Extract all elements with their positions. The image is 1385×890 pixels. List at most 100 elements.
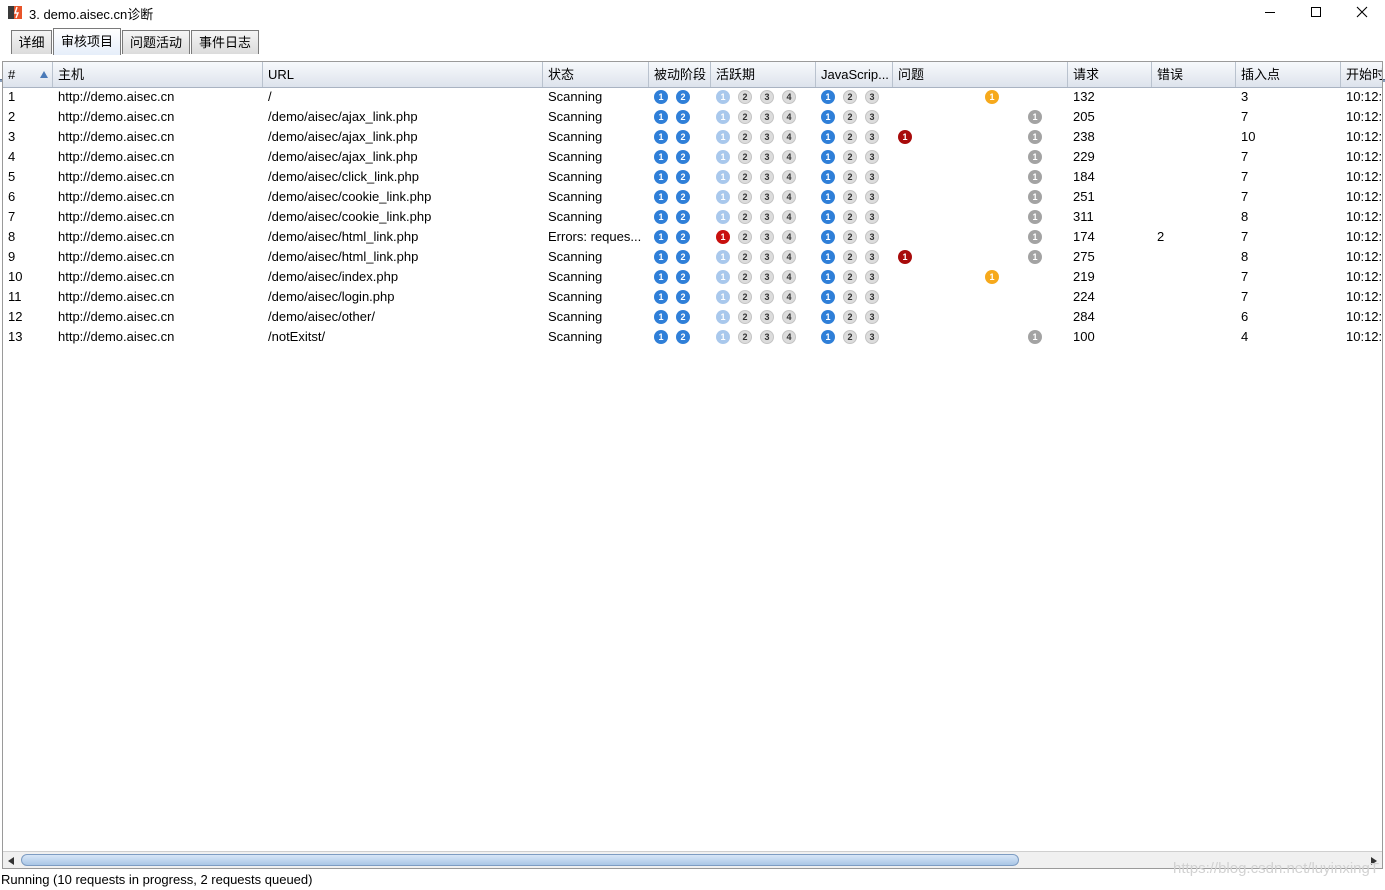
cell-errors: 2 [1157, 229, 1165, 244]
cell-errors [1152, 107, 1236, 127]
table-row[interactable]: 5 http://demo.aisec.cn/demo/aisec/click_l… [3, 167, 1382, 187]
column-header-index[interactable]: # [3, 62, 53, 87]
issue-count-badge: 1 [1028, 170, 1042, 184]
cell-url: /demo/aisec/index.php [268, 269, 399, 284]
cell-index: 2 [8, 109, 16, 124]
active-phase-badge: 4 [782, 210, 796, 224]
passive-phase-badge: 2 [676, 170, 690, 184]
javascript-phase-badge: 2 [843, 110, 857, 124]
active-phase-badge: 2 [738, 170, 752, 184]
active-phase-badge: 4 [782, 250, 796, 264]
cell-errors [1152, 287, 1236, 307]
javascript-phase-badge: 2 [843, 310, 857, 324]
column-header-start-time[interactable]: 开始时 [1341, 62, 1382, 87]
cell-requests: 184 [1073, 169, 1095, 184]
passive-phase-badge: 2 [676, 310, 690, 324]
cell-insertion-points: 10 [1241, 129, 1256, 144]
table-row[interactable]: 9 http://demo.aisec.cn/demo/aisec/html_li… [3, 247, 1382, 267]
column-header-status[interactable]: 状态 [543, 62, 649, 87]
active-phase-badge: 4 [782, 230, 796, 244]
minimize-button[interactable] [1247, 0, 1293, 24]
cell-url: /demo/aisec/ajax_link.php [268, 129, 418, 144]
table-row[interactable]: 1 http://demo.aisec.cn / Scanning 132 3 10:12:… [3, 87, 1382, 107]
cell-start-time: 10:12: [1346, 329, 1383, 344]
cell-url: /demo/aisec/cookie_link.php [268, 209, 432, 224]
title-bar: 3. demo.aisec.cn诊断 [0, 0, 1385, 24]
active-phase-badge: 2 [738, 150, 752, 164]
passive-phase-badge: 2 [676, 250, 690, 264]
javascript-phase-badge: 3 [865, 130, 879, 144]
active-phase-badge: 2 [738, 210, 752, 224]
javascript-phase-badge: 2 [843, 290, 857, 304]
javascript-phase-badge: 3 [865, 250, 879, 264]
tab-strip: 详细 审核项目 问题活动 事件日志 [0, 24, 1385, 82]
tab-issue-activity[interactable]: 问题活动 [122, 30, 190, 54]
cell-url: /demo/aisec/login.php [268, 289, 395, 304]
cell-url: /notExitst/ [268, 329, 326, 344]
cell-start-time: 10:12: [1346, 229, 1383, 244]
issue-count-badge: 1 [898, 130, 912, 144]
javascript-phase-badge: 1 [821, 330, 835, 344]
maximize-button[interactable] [1293, 0, 1339, 24]
active-phase-badge: 3 [760, 150, 774, 164]
scroll-left-button[interactable] [3, 852, 19, 868]
active-phase-badge: 3 [760, 290, 774, 304]
table-row[interactable]: 12 http://demo.aisec.cn/demo/aisec/other/… [3, 307, 1382, 327]
javascript-phase-badge: 2 [843, 250, 857, 264]
active-phase-badge: 3 [760, 270, 774, 284]
table-row[interactable]: 7 http://demo.aisec.cn/demo/aisec/cookie_… [3, 207, 1382, 227]
cell-errors [1152, 247, 1236, 267]
cell-insertion-points: 8 [1241, 209, 1249, 224]
cell-requests: 238 [1073, 129, 1095, 144]
table-row[interactable]: 2 http://demo.aisec.cn/demo/aisec/ajax_li… [3, 107, 1382, 127]
active-phase-badge: 1 [716, 190, 730, 204]
column-header-url[interactable]: URL [263, 62, 543, 87]
cell-status: Errors: reques... [548, 229, 642, 244]
cell-status: Scanning [548, 209, 603, 224]
table-row[interactable]: 13 http://demo.aisec.cn/notExitst/Scannin… [3, 327, 1383, 347]
table-row[interactable]: 11 http://demo.aisec.cn/demo/aisec/login.… [3, 287, 1383, 307]
passive-phase-badge: 1 [654, 210, 668, 224]
passive-phase-badge: 2 [676, 190, 690, 204]
tab-details[interactable]: 详细 [11, 30, 52, 54]
active-phase-badge: 1 [716, 170, 730, 184]
table-row[interactable]: 6 http://demo.aisec.cn/demo/aisec/cookie_… [3, 187, 1382, 207]
active-phase-badge: 3 [760, 130, 774, 144]
cell-start-time: 10:12: [1346, 289, 1383, 304]
active-phase-badge: 1 [716, 310, 730, 324]
active-phase-badge: 1 [716, 230, 730, 244]
javascript-phase-badge: 1 [821, 230, 835, 244]
column-header-host[interactable]: 主机 [53, 62, 263, 87]
column-header-passive-phase[interactable]: 被动阶段 [649, 62, 711, 87]
arrow-left-icon [8, 856, 14, 865]
cell-host: http://demo.aisec.cn [58, 229, 175, 244]
column-header-insertion-points[interactable]: 插入点 [1236, 62, 1341, 87]
javascript-phase-badge: 3 [865, 210, 879, 224]
column-header-errors[interactable]: 错误 [1152, 62, 1236, 87]
cell-requests: 205 [1073, 109, 1095, 124]
table-row[interactable]: 3 http://demo.aisec.cn/demo/aisec/ajax_li… [3, 127, 1382, 147]
tab-event-log[interactable]: 事件日志 [191, 30, 259, 54]
cell-insertion-points: 7 [1241, 269, 1249, 284]
cell-url: /demo/aisec/other/ [268, 309, 375, 324]
cell-index: 9 [8, 249, 16, 264]
tab-audit-items[interactable]: 审核项目 [53, 28, 121, 55]
javascript-phase-badge: 3 [865, 170, 879, 184]
scrollbar-thumb[interactable] [21, 854, 1019, 866]
active-phase-badge: 4 [782, 290, 796, 304]
active-phase-badge: 1 [716, 150, 730, 164]
active-phase-badge: 2 [738, 90, 752, 104]
column-header-issues[interactable]: 问题 [893, 62, 1068, 87]
table-row[interactable]: 4 http://demo.aisec.cn/demo/aisec/ajax_li… [3, 147, 1382, 167]
cell-status: Scanning [548, 129, 603, 144]
active-phase-badge: 4 [782, 150, 796, 164]
table-row[interactable]: 10 http://demo.aisec.cn/demo/aisec/index.… [3, 267, 1382, 287]
column-header-javascript[interactable]: JavaScrip... [816, 62, 893, 87]
javascript-phase-badge: 3 [865, 90, 879, 104]
javascript-phase-badge: 1 [821, 190, 835, 204]
table-row[interactable]: 8 http://demo.aisec.cn/demo/aisec/html_li… [3, 227, 1383, 247]
cell-errors [1152, 207, 1236, 227]
column-header-requests[interactable]: 请求 [1068, 62, 1152, 87]
column-header-active-phase[interactable]: 活跃期 [711, 62, 816, 87]
close-button[interactable] [1339, 0, 1385, 24]
